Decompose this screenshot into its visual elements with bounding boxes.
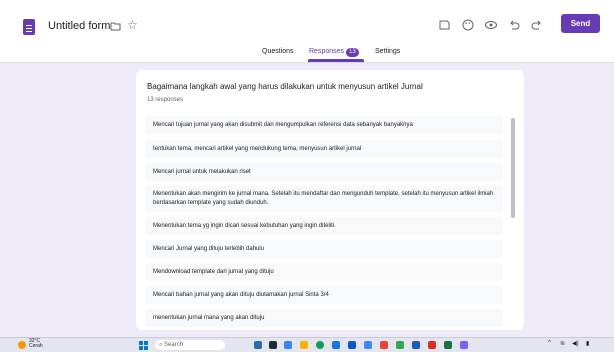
active-tab-indicator xyxy=(308,59,364,62)
preview-eye-icon[interactable] xyxy=(483,17,499,33)
taskbar: 32°C Cerah ⌕ Search ^ ≋ ◀) ▮ xyxy=(0,337,614,352)
response-item: Menentukan tema yg ingin dicari sesuai k… xyxy=(145,217,503,235)
app-icon-media[interactable] xyxy=(380,341,388,349)
forms-logo-icon[interactable] xyxy=(23,19,35,35)
folder-icon[interactable] xyxy=(110,21,121,31)
response-count: 13 responses xyxy=(147,97,184,103)
app-icon-task-view[interactable] xyxy=(269,341,277,349)
app-icon-file-explorer[interactable] xyxy=(300,341,308,349)
send-button[interactable]: Send xyxy=(561,14,600,33)
response-item: Mencari tujuan jurnal yang akan disubmit… xyxy=(145,116,503,134)
app-icon-teams[interactable] xyxy=(460,341,468,349)
top-bar: Untitled form ☆ Send Questions Responses… xyxy=(0,0,614,63)
response-item: tentukan tema, mencari artikel yang mend… xyxy=(145,140,503,158)
question-summary-card: Bagaimana langkah awal yang harus dilaku… xyxy=(136,70,524,330)
tab-bar: Questions Responses 13 Settings xyxy=(0,48,614,62)
tab-responses[interactable]: Responses 13 xyxy=(309,48,359,57)
wifi-icon[interactable]: ≋ xyxy=(560,340,565,347)
app-icon-store[interactable] xyxy=(332,341,340,349)
customize-theme-icon[interactable] xyxy=(437,17,453,33)
palette-icon[interactable] xyxy=(460,17,476,33)
search-icon: ⌕ xyxy=(159,342,163,348)
weather-description: Cerah xyxy=(29,343,43,349)
app-icon-powerpoint[interactable] xyxy=(428,341,436,349)
battery-icon[interactable]: ▮ xyxy=(586,340,589,347)
response-item: Mencari bahan jurnal yang akan dituju di… xyxy=(145,286,503,304)
response-item: Mendownload template dari jurnal yang di… xyxy=(145,263,503,281)
tab-questions[interactable]: Questions xyxy=(262,48,294,55)
weather-widget[interactable]: 32°C Cerah xyxy=(29,339,43,349)
windows-start-icon[interactable] xyxy=(139,341,148,350)
question-title: Bagaimana langkah awal yang harus dilaku… xyxy=(147,82,423,91)
weather-sun-icon[interactable] xyxy=(18,341,26,349)
response-item: menentukan jurnal mana yang akan dituju xyxy=(145,309,503,327)
app-icon-mail[interactable] xyxy=(348,341,356,349)
app-icon-word[interactable] xyxy=(412,341,420,349)
scrollbar-thumb[interactable] xyxy=(511,118,515,218)
app-icon-chrome[interactable] xyxy=(316,341,324,349)
taskbar-search[interactable]: ⌕ Search xyxy=(155,340,225,350)
taskbar-search-label: Search xyxy=(164,342,184,348)
chevron-up-icon[interactable]: ^ xyxy=(548,340,551,346)
undo-icon[interactable] xyxy=(506,17,522,33)
app-icon-photos[interactable] xyxy=(364,341,372,349)
app-icon-spotify[interactable] xyxy=(396,341,404,349)
star-icon[interactable]: ☆ xyxy=(127,18,138,32)
responses-count-badge: 13 xyxy=(346,48,359,57)
form-title[interactable]: Untitled form xyxy=(48,20,110,32)
app-icon-excel[interactable] xyxy=(444,341,452,349)
response-item: Mencari jurnal untuk melakukan riset xyxy=(145,163,503,181)
volume-icon[interactable]: ◀) xyxy=(572,340,579,347)
response-item: Mencari Jurnal yang dituju terlebih dahu… xyxy=(145,240,503,258)
response-item: Menentukan akan mengirim ke jurnal mana.… xyxy=(145,186,503,212)
tab-responses-label: Responses xyxy=(309,48,345,55)
redo-icon[interactable] xyxy=(529,17,545,33)
app-icon-meet[interactable] xyxy=(284,341,292,349)
tab-settings[interactable]: Settings xyxy=(375,48,400,55)
responses-scrollbar[interactable] xyxy=(510,115,516,330)
app-icon-edge[interactable] xyxy=(254,341,262,349)
